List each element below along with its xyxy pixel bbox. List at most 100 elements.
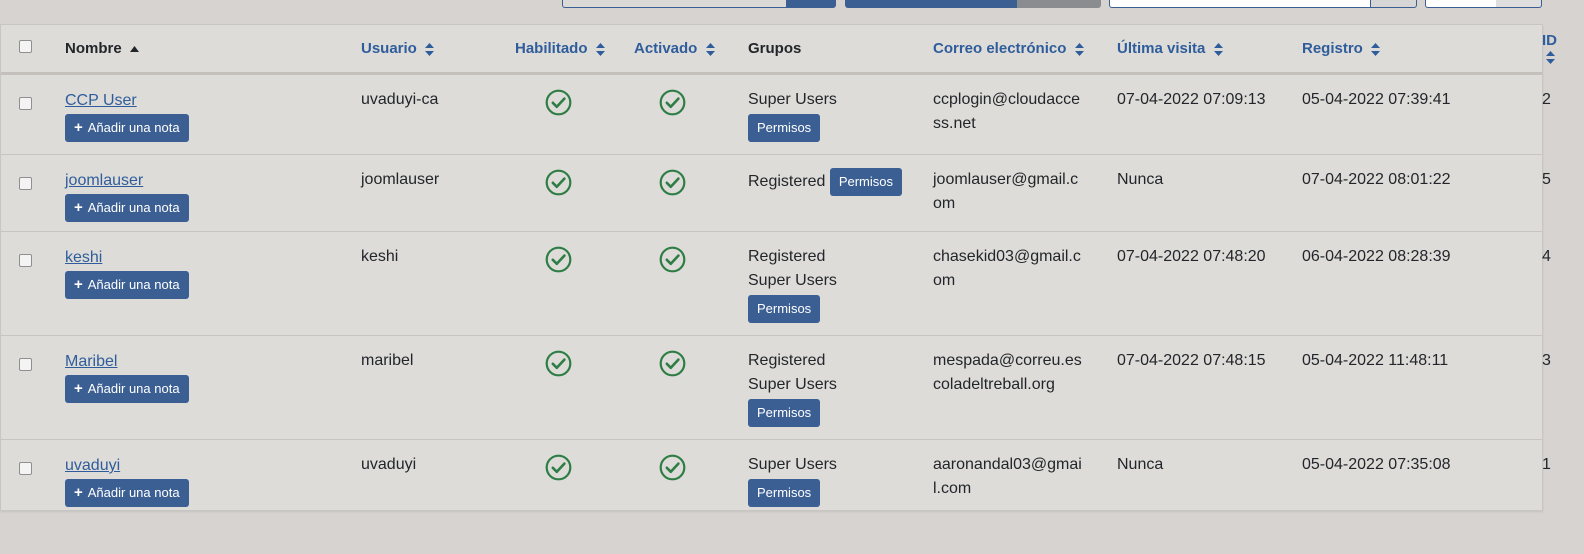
column-header-email[interactable]: Correo electrónico xyxy=(933,25,1117,75)
add-note-label: Añadir una nota xyxy=(87,485,180,500)
search-button[interactable] xyxy=(787,0,836,8)
column-header-last-visit[interactable]: Última visita xyxy=(1117,25,1302,75)
search-input[interactable] xyxy=(562,0,787,8)
clear-button[interactable] xyxy=(1017,0,1101,8)
sort-icon xyxy=(1213,42,1223,56)
email-cell: joomlauser@gmail.com xyxy=(933,171,1079,212)
enabled-check-icon[interactable] xyxy=(545,350,572,377)
permissions-button[interactable]: Permisos xyxy=(748,399,821,427)
username-cell: uvaduyi xyxy=(361,456,417,473)
column-header-groups: Grupos xyxy=(748,25,933,75)
add-note-label: Añadir una nota xyxy=(87,381,180,396)
column-header-enabled[interactable]: Habilitado xyxy=(515,25,634,75)
user-name-link[interactable]: Maribel xyxy=(65,353,117,370)
add-note-button[interactable]: + Añadir una nota xyxy=(65,271,189,299)
username-cell: joomlauser xyxy=(361,154,515,232)
permissions-button[interactable]: Permisos xyxy=(829,168,903,196)
activated-check-icon[interactable] xyxy=(659,246,686,273)
plus-icon: + xyxy=(74,199,83,216)
table-row: uvaduyi + Añadir una nota uvaduyi Super … xyxy=(1,440,1551,520)
group-label: Registered xyxy=(748,352,826,369)
user-name-link[interactable]: keshi xyxy=(65,249,102,266)
activated-check-icon[interactable] xyxy=(659,350,686,377)
user-name-link[interactable]: CCP User xyxy=(65,92,137,109)
row-checkbox[interactable] xyxy=(19,97,32,110)
permissions-button[interactable]: Permisos xyxy=(748,114,821,142)
email-cell: mespada@correu.escoladeltreball.org xyxy=(933,352,1082,393)
activated-check-icon[interactable] xyxy=(659,169,686,196)
sort-asc-icon xyxy=(129,46,139,53)
add-note-button[interactable]: + Añadir una nota xyxy=(65,194,189,222)
groups-cell: Registered Permisos xyxy=(748,154,933,232)
table-row: Maribel + Añadir una nota maribel Regist… xyxy=(1,335,1551,440)
filter-options-button[interactable] xyxy=(845,0,1017,8)
sort-icon xyxy=(425,42,435,56)
groups-cell: Super Users Permisos xyxy=(748,440,933,520)
last-visit-cell: 07-04-2022 07:48:20 xyxy=(1117,231,1302,336)
group-label: Super Users xyxy=(748,272,837,289)
users-table-card: Nombre Usuario Habilitado Activado Grupo… xyxy=(0,24,1557,511)
limit-select[interactable] xyxy=(1425,0,1496,8)
registered-cell: 05-04-2022 07:39:41 xyxy=(1302,73,1542,155)
registered-cell: 07-04-2022 08:01:22 xyxy=(1302,154,1542,232)
groups-cell: Registered Super Users Permisos xyxy=(748,231,933,336)
column-header-username[interactable]: Usuario xyxy=(361,25,515,75)
select-all-checkbox[interactable] xyxy=(19,40,32,53)
registered-cell: 05-04-2022 07:35:08 xyxy=(1302,456,1451,473)
limit-select-toggle[interactable] xyxy=(1496,0,1542,8)
ordering-select[interactable] xyxy=(1109,0,1371,8)
sort-icon xyxy=(705,42,715,56)
permissions-button[interactable]: Permisos xyxy=(748,295,821,323)
activated-check-icon[interactable] xyxy=(659,454,686,481)
enabled-check-icon[interactable] xyxy=(545,89,572,116)
last-visit-cell: Nunca xyxy=(1117,456,1164,473)
group-label: Super Users xyxy=(748,376,837,393)
add-note-label: Añadir una nota xyxy=(87,120,180,135)
table-row: keshi + Añadir una nota keshi Registered… xyxy=(1,231,1551,336)
user-name-link[interactable]: uvaduyi xyxy=(65,457,120,474)
permissions-button[interactable]: Permisos xyxy=(748,479,821,507)
ordering-select-toggle[interactable] xyxy=(1371,0,1417,8)
group-label: Super Users xyxy=(748,456,837,473)
add-note-button[interactable]: + Añadir una nota xyxy=(65,375,189,403)
groups-cell: Super Users Permisos xyxy=(748,73,933,155)
plus-icon: + xyxy=(74,380,83,397)
enabled-check-icon[interactable] xyxy=(545,169,572,196)
add-note-button[interactable]: + Añadir una nota xyxy=(65,114,189,142)
row-checkbox[interactable] xyxy=(19,462,32,475)
row-checkbox[interactable] xyxy=(19,358,32,371)
group-label: Registered xyxy=(748,173,826,191)
activated-check-icon[interactable] xyxy=(659,89,686,116)
column-header-name[interactable]: Nombre xyxy=(65,25,361,75)
sort-icon xyxy=(1546,51,1555,65)
column-header-activated[interactable]: Activado xyxy=(634,25,748,75)
table-row: CCP User + Añadir una nota uvaduyi-ca Su… xyxy=(1,73,1551,155)
row-checkbox[interactable] xyxy=(19,177,32,190)
enabled-check-icon[interactable] xyxy=(545,246,572,273)
users-table: Nombre Usuario Habilitado Activado Grupo… xyxy=(1,25,1557,520)
username-cell: maribel xyxy=(361,335,515,440)
add-note-label: Añadir una nota xyxy=(87,277,180,292)
email-cell: aaronandal03@gmail.com xyxy=(933,456,1082,497)
group-label: Super Users xyxy=(748,91,837,108)
last-visit-cell: 07-04-2022 07:09:13 xyxy=(1117,73,1302,155)
last-visit-cell: Nunca xyxy=(1117,154,1302,232)
registered-cell: 06-04-2022 08:28:39 xyxy=(1302,231,1542,336)
table-row: joomlauser + Añadir una nota joomlauser … xyxy=(1,154,1551,232)
plus-icon: + xyxy=(74,276,83,293)
column-header-registered[interactable]: Registro xyxy=(1302,25,1542,75)
sort-icon xyxy=(1074,42,1084,56)
sort-icon xyxy=(595,42,605,56)
plus-icon: + xyxy=(74,119,83,136)
user-name-link[interactable]: joomlauser xyxy=(65,172,143,189)
add-note-label: Añadir una nota xyxy=(87,200,180,215)
username-cell: uvaduyi-ca xyxy=(361,73,515,155)
groups-cell: Registered Super Users Permisos xyxy=(748,335,933,440)
row-checkbox[interactable] xyxy=(19,254,32,267)
email-cell: chasekid03@gmail.com xyxy=(933,248,1081,289)
plus-icon: + xyxy=(74,484,83,501)
registered-cell: 05-04-2022 11:48:11 xyxy=(1302,335,1542,440)
enabled-check-icon[interactable] xyxy=(545,454,572,481)
add-note-button[interactable]: + Añadir una nota xyxy=(65,479,189,507)
group-label: Registered xyxy=(748,248,826,265)
